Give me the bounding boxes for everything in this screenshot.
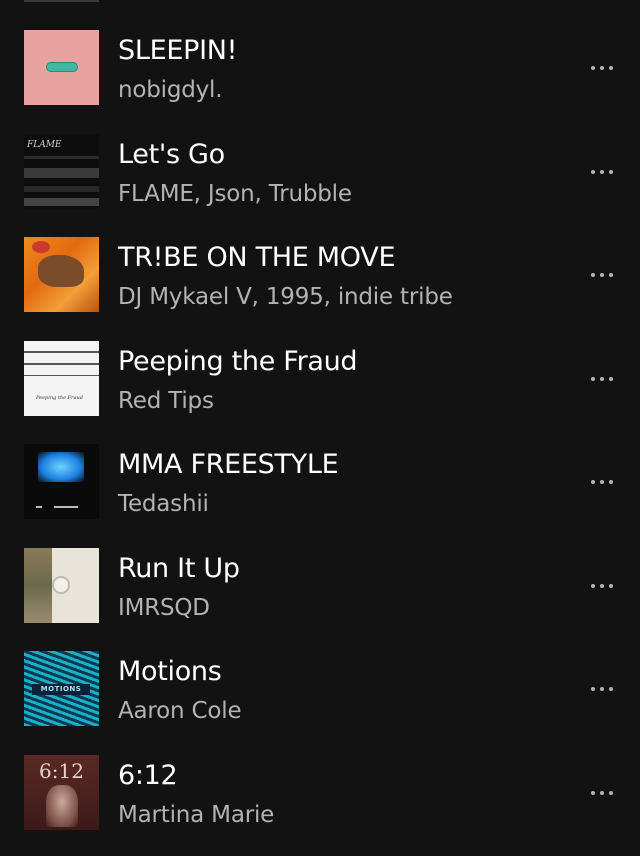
track-title: Motions <box>118 656 222 687</box>
track-row[interactable]: 6:12 6:12 Martina Marie <box>0 754 640 856</box>
more-options-button[interactable] <box>584 267 620 283</box>
track-title: MMA FREESTYLE <box>118 449 339 480</box>
track-row[interactable]: MOTIONS Motions Aaron Cole <box>0 651 640 755</box>
track-row[interactable]: FLAME Let's Go FLAME, Json, Trubble <box>0 133 640 238</box>
track-row[interactable]: SLEEPIN! nobigdyl. <box>0 30 640 134</box>
track-artist: nobigdyl. <box>118 77 223 103</box>
track-artist: IMRSQD <box>118 594 210 621</box>
more-horizontal-icon <box>591 583 595 588</box>
album-art <box>24 237 99 312</box>
track-row[interactable]: Run It Up IMRSQD <box>0 547 640 652</box>
album-art: Peeping the Fraud <box>24 340 99 416</box>
more-horizontal-icon <box>591 169 595 174</box>
track-artist: Martina Marie <box>118 801 275 828</box>
track-title: Run It Up <box>118 552 240 584</box>
album-art: FLAME <box>24 133 99 209</box>
album-art <box>24 30 99 105</box>
album-art: MOTIONS <box>24 651 99 726</box>
more-options-button[interactable] <box>584 681 620 697</box>
more-options-button[interactable] <box>584 785 620 801</box>
more-options-button[interactable] <box>584 164 620 180</box>
more-options-button[interactable] <box>584 578 620 594</box>
album-art-text: 6:12 <box>39 758 84 783</box>
more-options-button[interactable] <box>584 474 620 490</box>
track-row[interactable]: TR!BE ON THE MOVE DJ Mykael V, 1995, ind… <box>0 237 640 341</box>
previous-track-artwork-edge <box>24 0 99 2</box>
more-options-button[interactable] <box>584 371 620 387</box>
track-artist: Red Tips <box>118 387 214 414</box>
more-horizontal-icon <box>591 376 595 381</box>
more-horizontal-icon <box>591 273 595 277</box>
track-row[interactable]: MMA FREESTYLE Tedashii <box>0 444 640 548</box>
track-title: SLEEPIN! <box>118 35 238 66</box>
more-horizontal-icon <box>591 687 595 691</box>
album-art <box>24 547 99 623</box>
track-title: TR!BE ON THE MOVE <box>118 242 396 273</box>
more-horizontal-icon <box>591 66 595 70</box>
track-artist: DJ Mykael V, 1995, indie tribe <box>118 284 453 310</box>
album-art: 6:12 <box>24 754 99 830</box>
pill-graphic <box>46 62 78 72</box>
album-art-text: FLAME <box>27 139 62 150</box>
track-title: Peeping the Fraud <box>118 345 358 377</box>
track-artist: Tedashii <box>118 491 209 517</box>
album-art-text: MOTIONS <box>32 684 90 695</box>
track-title: Let's Go <box>118 138 225 170</box>
track-title: 6:12 <box>118 759 178 791</box>
track-list: SLEEPIN! nobigdyl. FLAME Let's Go FLAME,… <box>0 30 640 856</box>
more-horizontal-icon <box>591 480 595 484</box>
track-artist: Aaron Cole <box>118 698 242 724</box>
more-options-button[interactable] <box>584 60 620 76</box>
album-art-text: Peeping the Fraud <box>36 394 83 401</box>
more-horizontal-icon <box>591 790 595 795</box>
track-artist: FLAME, Json, Trubble <box>118 180 352 207</box>
album-art <box>24 444 99 519</box>
track-row[interactable]: Peeping the Fraud Peeping the Fraud Red … <box>0 340 640 445</box>
